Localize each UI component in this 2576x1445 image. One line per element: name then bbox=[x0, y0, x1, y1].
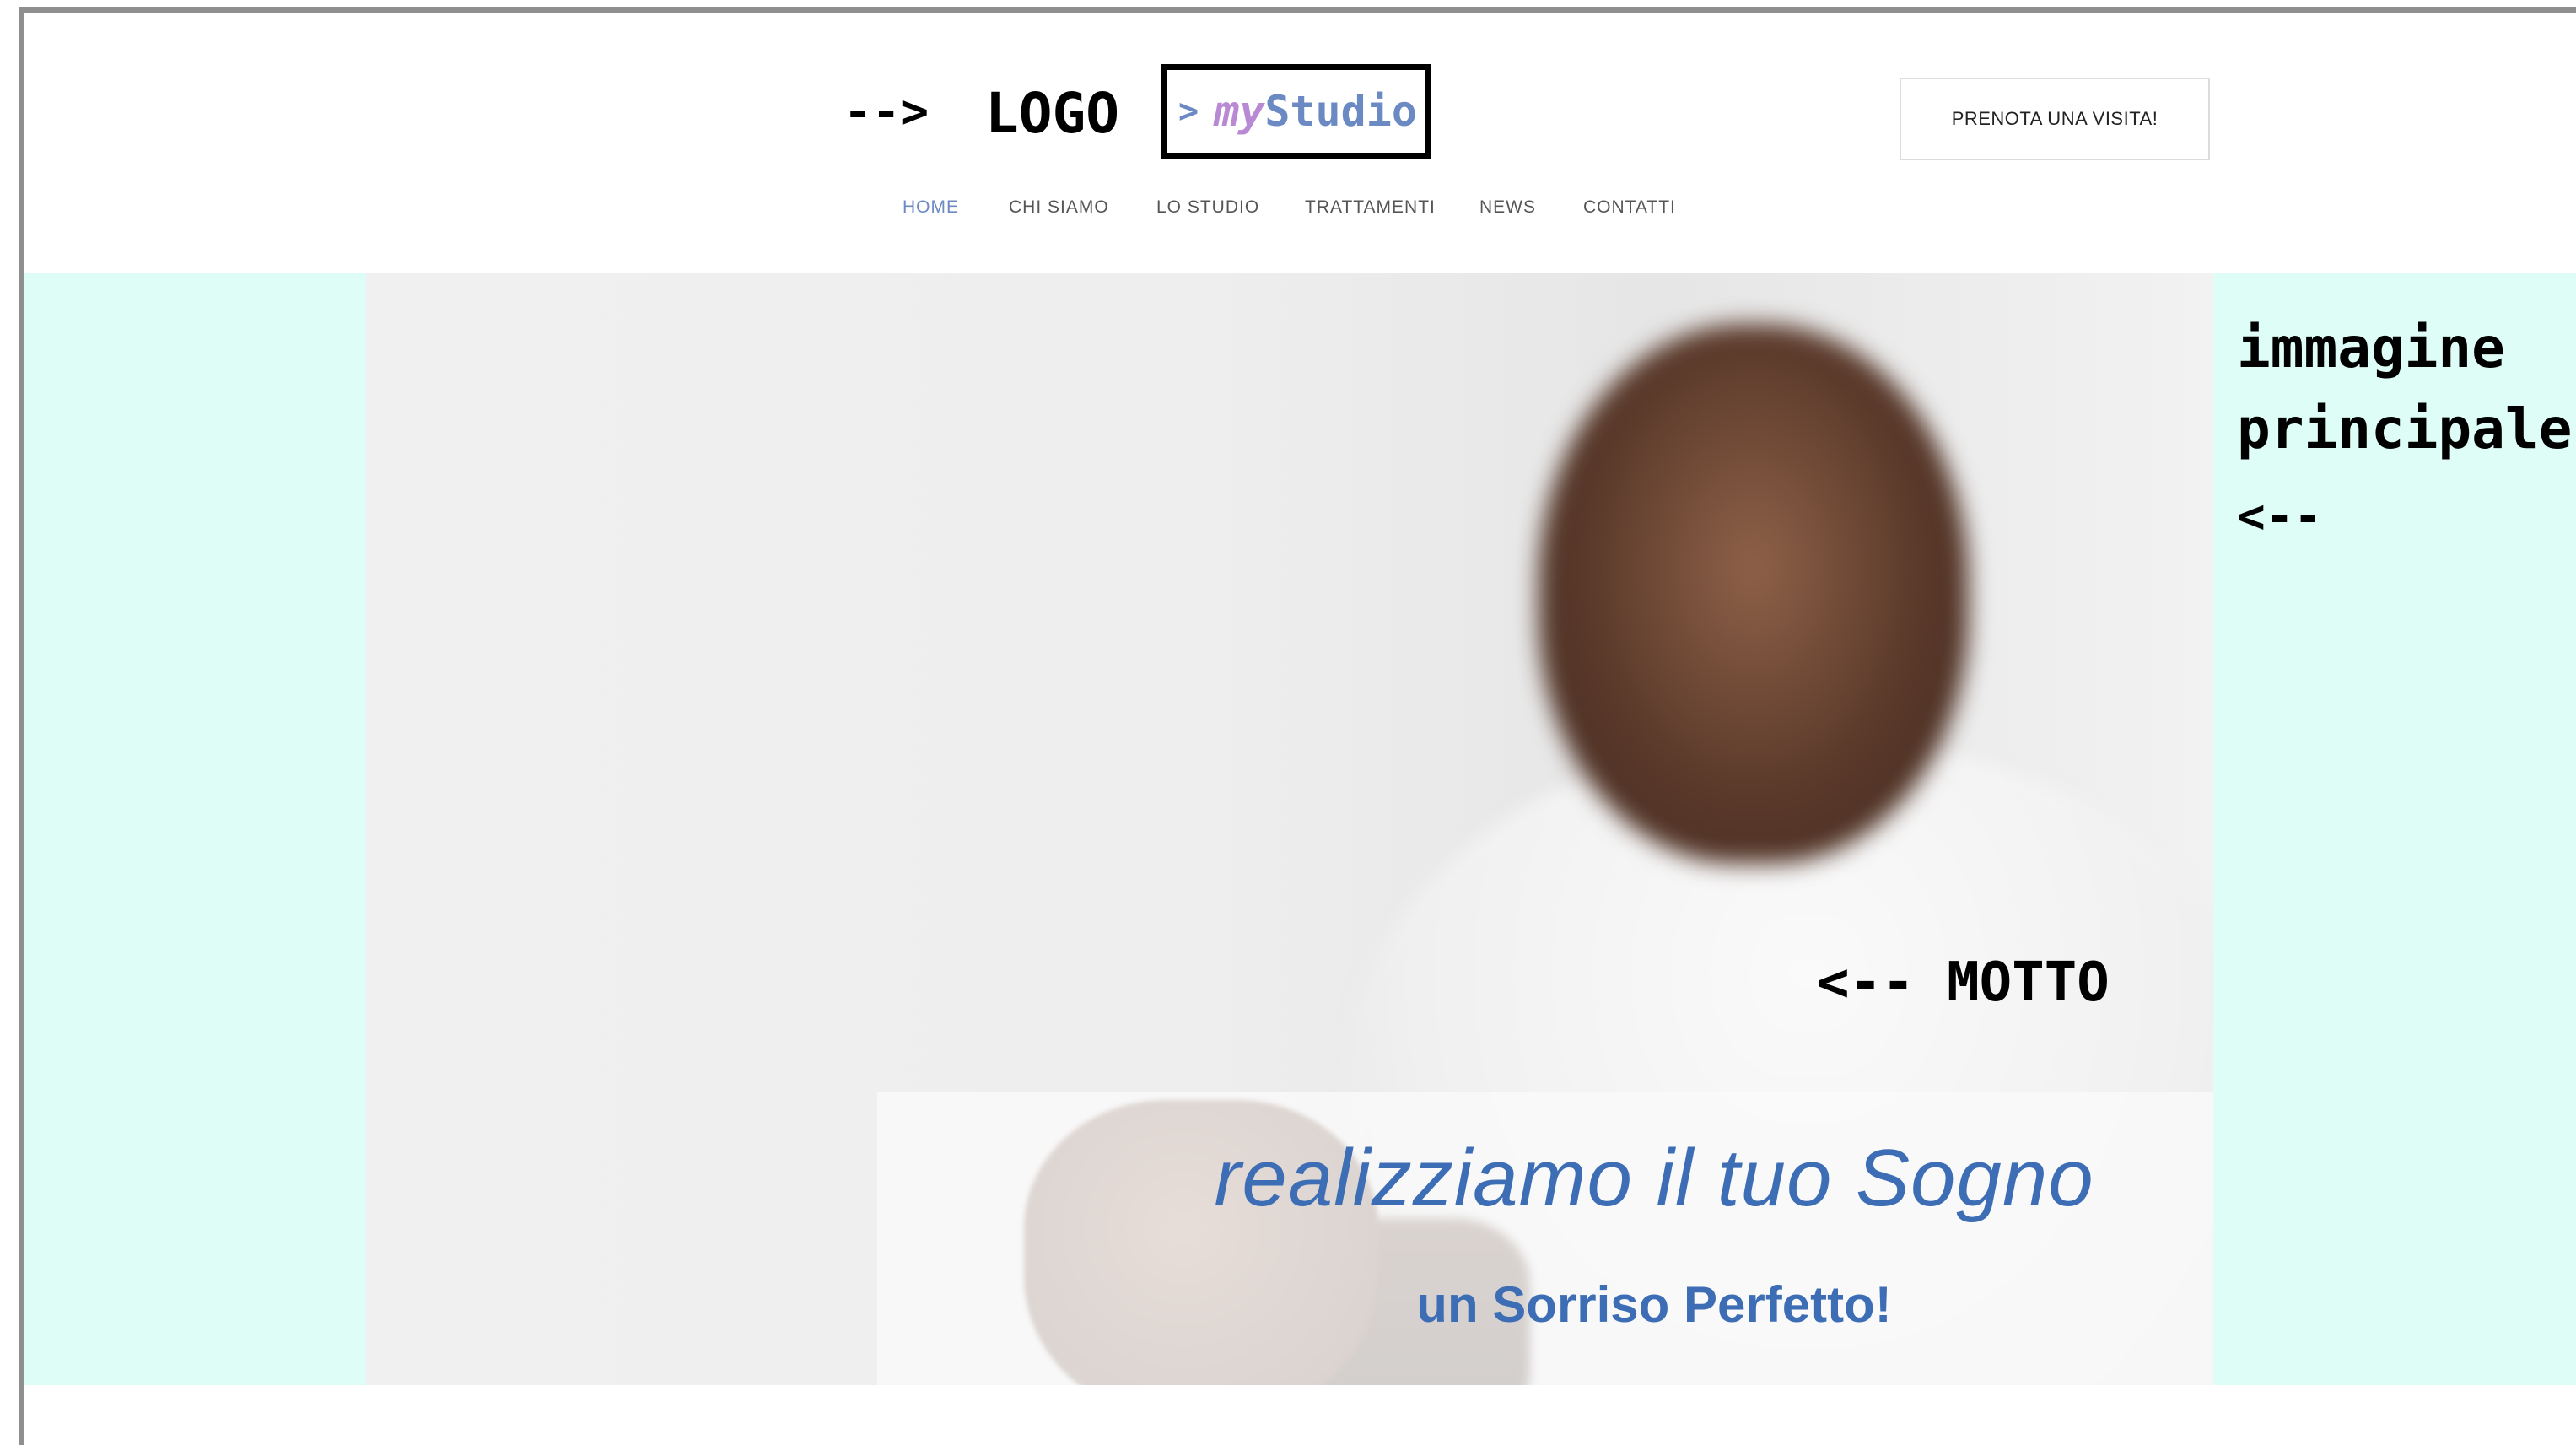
motto-sub-text: un Sorriso Perfetto! bbox=[1416, 1276, 1892, 1333]
motto-main-text: realizziamo il tuo Sogno bbox=[1214, 1133, 2094, 1223]
main-navigation: HOME CHI SIAMO LO STUDIO TRATTAMENTI NEW… bbox=[0, 197, 2576, 223]
nav-item-contatti[interactable]: CONTATTI bbox=[1583, 197, 1676, 218]
logo-brand-prefix: my bbox=[1214, 87, 1265, 136]
nav-item-chi-siamo[interactable]: CHI SIAMO bbox=[1009, 197, 1109, 218]
image-annotation-line1: immagine bbox=[2237, 315, 2505, 380]
frame-top-border bbox=[19, 7, 2576, 13]
book-visit-button[interactable]: PRENOTA UNA VISITA! bbox=[1900, 78, 2210, 160]
site-logo[interactable]: > my Studio bbox=[1161, 64, 1431, 159]
logo-annotation-arrow: --> bbox=[843, 84, 930, 139]
nav-item-lo-studio[interactable]: LO STUDIO bbox=[1156, 197, 1259, 218]
logo-annotation-label: LOGO bbox=[985, 81, 1119, 146]
main-hero-image: realizziamo il tuo Sogno un Sorriso Perf… bbox=[366, 273, 2213, 1385]
image-annotation-arrow: <-- bbox=[2237, 489, 2323, 544]
logo-brand-suffix: Studio bbox=[1264, 87, 1417, 136]
image-annotation-line2: principale bbox=[2237, 396, 2573, 461]
motto-banner: realizziamo il tuo Sogno un Sorriso Perf… bbox=[877, 1092, 2213, 1385]
nav-item-trattamenti[interactable]: TRATTAMENTI bbox=[1305, 197, 1436, 218]
nav-item-news[interactable]: NEWS bbox=[1479, 197, 1536, 218]
nav-item-home[interactable]: HOME bbox=[903, 197, 959, 218]
chevron-right-icon: > bbox=[1178, 92, 1199, 131]
hero-person-head bbox=[1539, 324, 1969, 864]
motto-annotation-label: <-- MOTTO bbox=[1817, 952, 2110, 1014]
